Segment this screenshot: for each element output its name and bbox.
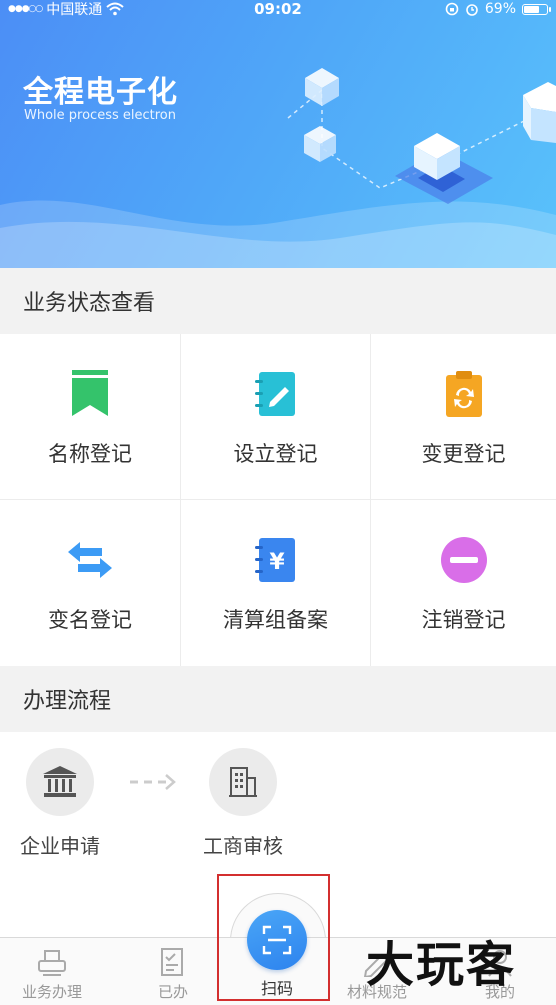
section-title-process: 办理流程: [0, 666, 556, 732]
swap-arrows-icon: [64, 534, 116, 586]
grid-item-establishment[interactable]: 设立登记: [181, 334, 371, 500]
notebook-yen-icon: ¥: [250, 534, 302, 586]
svg-text:¥: ¥: [269, 550, 285, 575]
section-title-status: 业务状态查看: [0, 268, 556, 334]
banner-subtitle: Whole process electron: [24, 108, 176, 123]
tab-business[interactable]: 业务办理: [14, 938, 90, 1005]
grid-item-liquidation-filing[interactable]: ¥ 清算组备案: [181, 500, 371, 666]
process-step-review: 工商审核: [183, 748, 303, 859]
grid-item-label: 注销登记: [421, 608, 506, 632]
grid-item-label: 名称登记: [48, 442, 132, 466]
notebook-pen-icon: [250, 368, 302, 420]
scan-icon: [262, 925, 292, 955]
grid-item-label: 清算组备案: [223, 608, 328, 632]
grid-item-label: 变更登记: [421, 442, 506, 466]
rotation-lock-icon: [445, 2, 459, 16]
clipboard-refresh-icon: [438, 368, 490, 420]
dashed-arrow-icon: [130, 774, 176, 790]
grid-item-rename-registration[interactable]: 变名登记: [0, 500, 181, 666]
business-grid: 名称登记 设立登记 变更登记 变名登记 ¥ 清算组备案 注销登记: [0, 334, 556, 666]
scan-button[interactable]: [247, 910, 307, 970]
office-building-icon: [209, 748, 277, 816]
process-step-label: 工商审核: [203, 834, 283, 858]
grid-item-label: 设立登记: [233, 442, 318, 466]
process-step-apply: 企业申请: [0, 748, 120, 859]
battery-percent: 69%: [484, 1, 516, 17]
hero-banner: 全程电子化 Whole process electron: [0, 0, 556, 268]
grid-item-name-registration[interactable]: 名称登记: [0, 334, 181, 500]
carrier-label: 中国联通: [46, 2, 103, 18]
wifi-icon: [106, 2, 124, 16]
tab-label: 已办: [157, 983, 188, 1001]
minus-circle-icon: [438, 534, 490, 586]
scan-tab-label: 扫码: [260, 979, 293, 998]
grid-item-label: 变名登记: [48, 608, 132, 632]
grid-item-cancellation[interactable]: 注销登记: [371, 500, 556, 666]
process-step-label: 企业申请: [20, 834, 100, 858]
alarm-icon: [466, 4, 478, 16]
bank-icon: [26, 748, 94, 816]
grid-item-change-registration[interactable]: 变更登记: [371, 334, 556, 500]
tab-label: 业务办理: [21, 983, 82, 1001]
signal-icon: ●●●○○: [8, 4, 43, 14]
bookmark-icon: [64, 368, 116, 420]
status-bar: ●●●○○ 中国联通 09:02 69%: [0, 0, 556, 18]
checklist-icon: [161, 948, 183, 976]
battery-icon: [522, 3, 551, 15]
tab-done[interactable]: 已办: [140, 938, 206, 1005]
banner-title: 全程电子化: [23, 75, 178, 110]
watermark-logo: 大玩客: [366, 937, 517, 993]
banner-illustration: [0, 68, 556, 268]
printer-icon: [38, 950, 66, 976]
